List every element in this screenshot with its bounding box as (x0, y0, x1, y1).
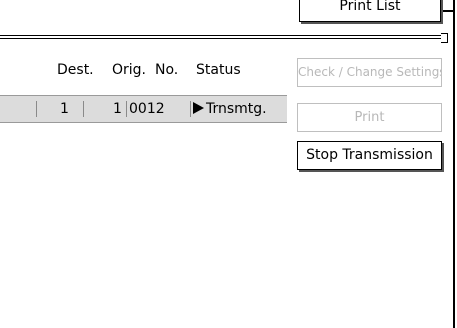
col-header-status: Status (196, 62, 241, 78)
divider-line (0, 38, 448, 39)
cell-separator (36, 101, 37, 117)
cell-status: Trnsmtg. (193, 96, 267, 122)
table-row[interactable]: 1 1 0012 Trnsmtg. (0, 95, 287, 123)
stop-transmission-button[interactable]: Stop Transmission (297, 141, 442, 170)
print-button[interactable]: Print (297, 103, 442, 132)
window-frame-right (453, 0, 455, 328)
print-list-button[interactable]: Print List (299, 0, 441, 22)
divider-end-cap (441, 33, 448, 43)
status-text: Trnsmtg. (206, 101, 267, 117)
play-arrow-icon (193, 102, 204, 114)
cell-orig: 1 (113, 101, 122, 117)
col-header-no: No. (155, 62, 179, 78)
cell-dest: 1 (60, 101, 69, 117)
cell-separator (190, 101, 191, 117)
col-header-dest: Dest. (57, 62, 94, 78)
cell-no: 0012 (129, 101, 165, 117)
col-header-orig: Orig. (112, 62, 147, 78)
check-change-settings-button[interactable]: Check / Change Settings (297, 58, 442, 87)
cell-separator (126, 101, 127, 117)
cell-separator (83, 101, 84, 117)
divider-line (0, 35, 448, 36)
